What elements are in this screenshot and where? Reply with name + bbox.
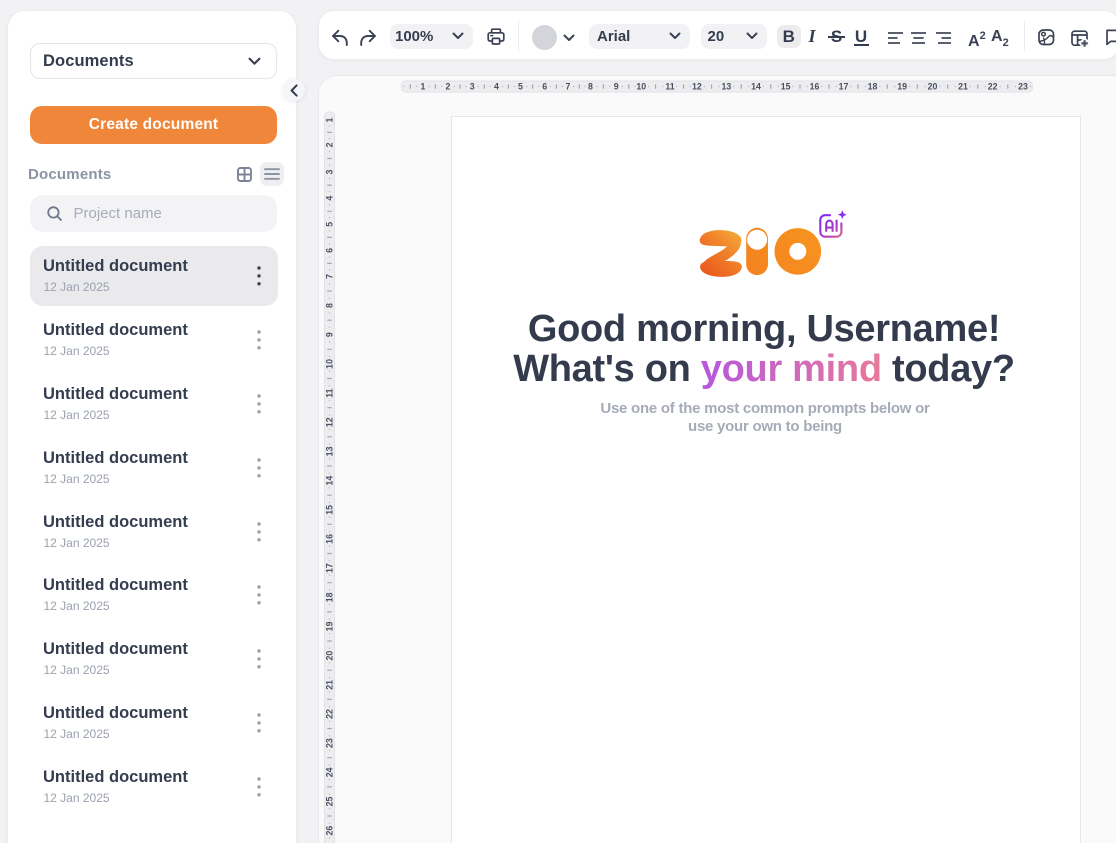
svg-text:5: 5 (325, 222, 335, 227)
svg-text:22: 22 (325, 709, 335, 719)
svg-text:23: 23 (1018, 81, 1028, 91)
svg-text:2: 2 (325, 142, 335, 147)
svg-text:10: 10 (636, 81, 646, 91)
svg-text:17: 17 (325, 563, 335, 573)
svg-text:6: 6 (325, 248, 335, 253)
svg-text:8: 8 (588, 81, 593, 91)
svg-text:11: 11 (325, 388, 335, 397)
svg-text:4: 4 (325, 196, 335, 201)
svg-text:3: 3 (470, 81, 475, 91)
svg-text:5: 5 (518, 81, 523, 91)
svg-text:9: 9 (325, 332, 335, 337)
svg-text:12: 12 (692, 81, 702, 91)
svg-text:1: 1 (420, 81, 425, 91)
svg-text:7: 7 (566, 81, 571, 91)
svg-text:19: 19 (897, 81, 907, 91)
svg-text:13: 13 (325, 446, 335, 456)
svg-text:20: 20 (928, 81, 938, 91)
svg-text:4: 4 (494, 81, 499, 91)
svg-text:26: 26 (325, 826, 335, 836)
svg-text:10: 10 (325, 359, 335, 369)
svg-text:8: 8 (325, 303, 335, 308)
svg-text:12: 12 (325, 417, 335, 427)
svg-text:15: 15 (781, 81, 791, 91)
svg-text:2: 2 (446, 81, 451, 91)
svg-text:25: 25 (325, 797, 335, 807)
svg-text:22: 22 (988, 81, 998, 91)
svg-text:20: 20 (325, 651, 335, 661)
svg-text:18: 18 (868, 81, 878, 91)
svg-text:16: 16 (810, 81, 820, 91)
svg-text:23: 23 (325, 738, 335, 748)
svg-text:13: 13 (722, 81, 732, 91)
svg-text:6: 6 (542, 81, 547, 91)
svg-text:19: 19 (325, 621, 335, 631)
svg-text:3: 3 (325, 170, 335, 175)
svg-text:21: 21 (958, 81, 968, 91)
svg-text:9: 9 (614, 81, 619, 91)
svg-text:15: 15 (325, 505, 335, 515)
svg-text:7: 7 (325, 274, 335, 279)
svg-text:1: 1 (325, 117, 335, 122)
svg-text:18: 18 (325, 592, 335, 602)
svg-text:21: 21 (325, 680, 335, 690)
svg-text:24: 24 (325, 767, 335, 777)
svg-text:17: 17 (839, 81, 849, 91)
svg-text:14: 14 (325, 476, 335, 486)
svg-text:16: 16 (325, 534, 335, 544)
svg-text:11: 11 (665, 81, 674, 91)
svg-text:14: 14 (751, 81, 761, 91)
